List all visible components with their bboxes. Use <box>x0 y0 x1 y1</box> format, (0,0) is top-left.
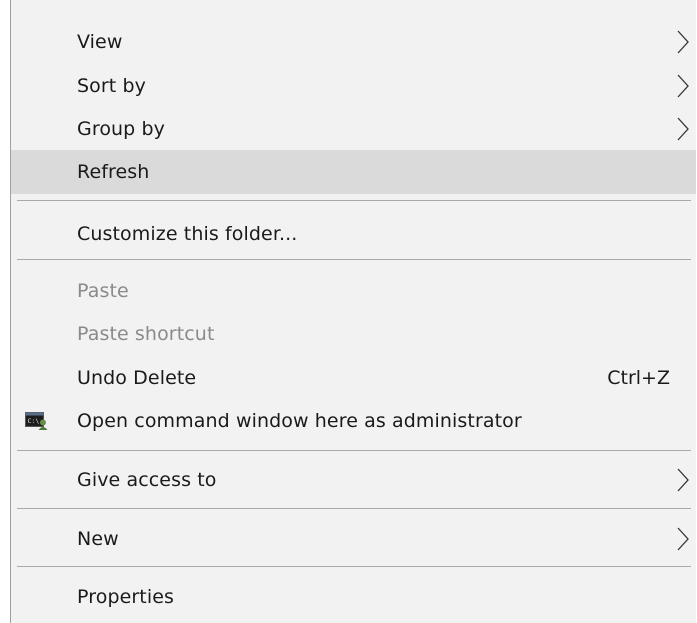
menu-item-label: Group by <box>77 118 165 140</box>
menu-item-label: Sort by <box>77 75 146 97</box>
menu-separator <box>17 200 691 201</box>
menu-item-label: View <box>77 31 123 53</box>
menu-item-paste[interactable]: Paste <box>11 269 696 313</box>
chevron-right-icon <box>677 74 689 98</box>
menu-item-label: Customize this folder... <box>77 223 298 245</box>
menu-item-label: Undo Delete <box>77 367 197 389</box>
chevron-right-icon <box>677 527 689 551</box>
menu-item-label: Give access to <box>77 469 217 491</box>
chevron-right-icon <box>677 30 689 54</box>
context-menu: View Sort by Group by Refresh Customize … <box>10 0 696 623</box>
menu-separator <box>17 450 691 451</box>
menu-item-label: Paste <box>77 280 129 302</box>
command-prompt-admin-icon: C:\ <box>25 412 48 430</box>
menu-item-undo-delete[interactable]: Undo Delete Ctrl+Z <box>11 356 696 400</box>
menu-item-sort-by[interactable]: Sort by <box>11 64 696 108</box>
menu-item-group-by[interactable]: Group by <box>11 107 696 151</box>
menu-item-refresh[interactable]: Refresh <box>11 150 696 194</box>
menu-item-customize-folder[interactable]: Customize this folder... <box>11 212 696 256</box>
chevron-right-icon <box>677 117 689 141</box>
menu-separator <box>17 566 691 567</box>
menu-item-open-cmd-admin[interactable]: C:\ Open command window here as administ… <box>11 399 696 443</box>
menu-item-give-access[interactable]: Give access to <box>11 458 696 502</box>
menu-item-label: New <box>77 528 119 550</box>
menu-item-new[interactable]: New <box>11 517 696 561</box>
menu-separator <box>17 508 691 509</box>
menu-item-label: Properties <box>77 586 175 608</box>
menu-item-paste-shortcut[interactable]: Paste shortcut <box>11 312 696 356</box>
menu-item-label: Refresh <box>77 161 150 183</box>
menu-item-label: Paste shortcut <box>77 323 215 345</box>
menu-item-properties[interactable]: Properties <box>11 575 696 619</box>
shortcut-hint: Ctrl+Z <box>607 367 670 389</box>
chevron-right-icon <box>677 468 689 492</box>
menu-separator <box>17 259 691 260</box>
menu-item-label: Open command window here as administrato… <box>77 410 522 432</box>
svg-text:C:\: C:\ <box>28 417 40 425</box>
menu-item-view[interactable]: View <box>11 20 696 64</box>
